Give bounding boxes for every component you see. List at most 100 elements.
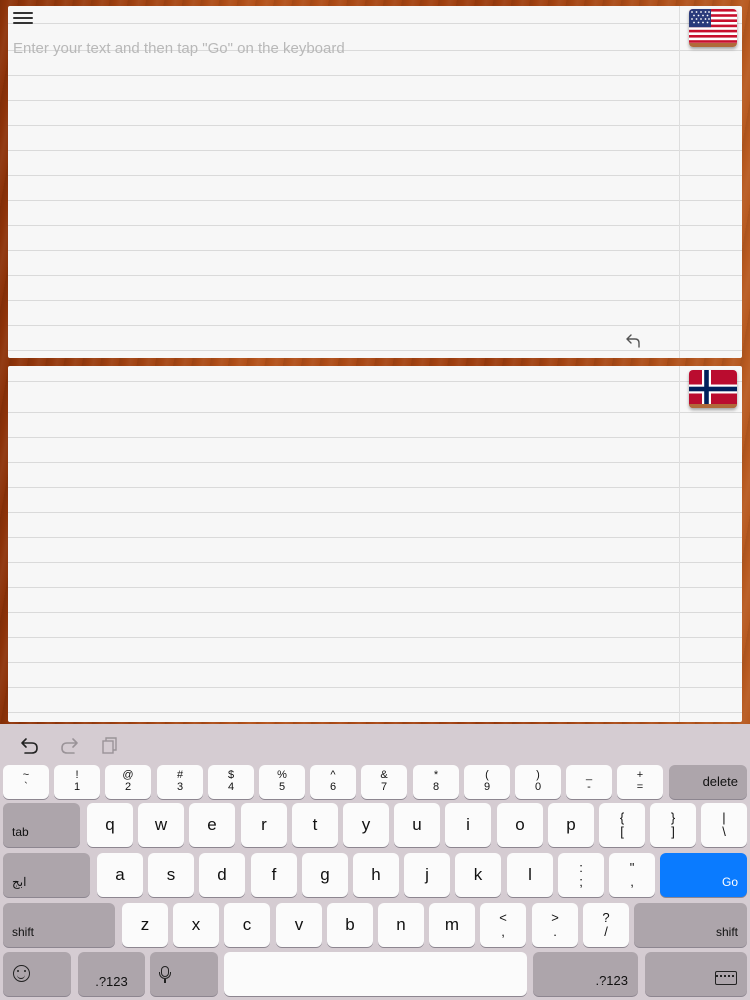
keyboard-icon [715,971,737,985]
undo-icon[interactable] [19,736,41,756]
key-a[interactable]: a [97,853,143,897]
key-symbol-;[interactable]: :; [558,853,604,897]
key-x[interactable]: x [173,903,219,947]
dictation-key[interactable] [150,952,218,996]
key-label: y [361,815,371,834]
key-label: d [217,865,227,884]
key-e[interactable]: e [189,803,235,847]
key-label: % [277,769,287,781]
source-text-panel[interactable] [8,6,742,358]
key-label: ? [602,910,610,925]
key-label: ) [536,769,540,781]
key-b[interactable]: b [327,903,373,947]
key-symbol-.[interactable]: >. [532,903,578,947]
emoji-icon [13,965,30,982]
key-symbol-,[interactable]: <, [480,903,526,947]
language-key[interactable]: ابج [3,853,90,897]
key-symbol-/[interactable]: ? / [583,903,629,947]
key-number-3[interactable]: #3 [157,765,203,799]
key-q[interactable]: q [87,803,133,847]
key-label: . [553,924,557,939]
hide-keyboard-key[interactable] [645,952,747,996]
key-g[interactable]: g [302,853,348,897]
key-number-4[interactable]: $4 [208,765,254,799]
key-number-8[interactable]: * 8 [413,765,459,799]
key-label: w [154,815,168,834]
key-label: $ [227,769,235,781]
numbers-left-key[interactable]: .?123 [78,952,145,996]
key-label: { [619,810,625,825]
key-symbol-\[interactable]: | \ [701,803,747,847]
source-text-input[interactable] [13,37,673,59]
us-flag-icon[interactable] [689,9,737,47]
key-symbol-][interactable]: }] [650,803,696,847]
key-label: [ [620,824,624,839]
key-o[interactable]: o [497,803,543,847]
key-number-2[interactable]: @2 [105,765,151,799]
key-m[interactable]: m [429,903,475,947]
key-n[interactable]: n [378,903,424,947]
key-r[interactable]: r [241,803,287,847]
emoji-key[interactable] [3,952,71,996]
key-label: x [191,915,201,934]
key-v[interactable]: v [276,903,322,947]
delete-key[interactable]: delete [669,765,747,799]
tab-key[interactable]: tab [3,803,80,847]
key-u[interactable]: u [394,803,440,847]
shift-right-key[interactable]: shift [634,903,747,947]
key-label: 8 [432,781,440,793]
key-label: ! [75,769,79,781]
key-number-5[interactable]: % 5 [259,765,305,799]
key-label: 2 [124,781,132,793]
key-number-=[interactable]: + = [617,765,663,799]
key-h[interactable]: h [353,853,399,897]
key-s[interactable]: s [148,853,194,897]
undo-arrow-icon[interactable] [625,332,643,350]
key-number-0[interactable]: ) 0 [515,765,561,799]
key-number-1[interactable]: ! 1 [54,765,100,799]
key-symbol-[[interactable]: {[ [599,803,645,847]
numbers-right-key[interactable]: .?123 [533,952,638,996]
key-k[interactable]: k [455,853,501,897]
key-label: g [320,865,330,884]
key-number-6[interactable]: ^ 6 [310,765,356,799]
go-key[interactable]: Go [660,853,747,897]
key-label: ] [671,824,675,839]
key-number--[interactable]: _ - [566,765,612,799]
key-f[interactable]: f [251,853,297,897]
key-label: 0 [534,781,542,793]
key-j[interactable]: j [404,853,450,897]
key-label: \ [722,824,726,839]
key-label: e [207,815,217,834]
key-z[interactable]: z [122,903,168,947]
redo-icon[interactable] [58,736,80,756]
key-p[interactable]: p [548,803,594,847]
key-label: .?123 [595,973,628,988]
key-label: p [566,815,576,834]
shift-left-key[interactable]: shift [3,903,115,947]
key-t[interactable]: t [292,803,338,847]
onscreen-keyboard: ~ `! 1 @2 #3 $4% 5 ^ 6 & 7 * 8(9) 0 _ - + = delete tab q w e r t… [0,724,750,1000]
key-i[interactable]: i [445,803,491,847]
key-label: 7 [380,781,388,793]
key-label: n [396,915,406,934]
norway-flag-icon[interactable] [689,370,737,408]
key-label: @ [122,769,134,781]
key-l[interactable]: l [507,853,553,897]
key-label: u [412,815,422,834]
key-d[interactable]: d [199,853,245,897]
key-y[interactable]: y [343,803,389,847]
paste-icon[interactable] [98,736,120,756]
key-number-7[interactable]: & 7 [361,765,407,799]
menu-icon[interactable] [13,10,35,28]
key-c[interactable]: c [224,903,270,947]
key-symbol-,[interactable]: ", [609,853,655,897]
key-label: h [371,865,381,884]
key-w[interactable]: w [138,803,184,847]
key-number-9[interactable]: (9 [464,765,510,799]
space-key[interactable] [224,952,527,996]
key-number-`[interactable]: ~ ` [3,765,49,799]
key-label: .?123 [95,974,128,989]
key-label: ( [485,769,489,781]
key-label: m [444,915,460,934]
